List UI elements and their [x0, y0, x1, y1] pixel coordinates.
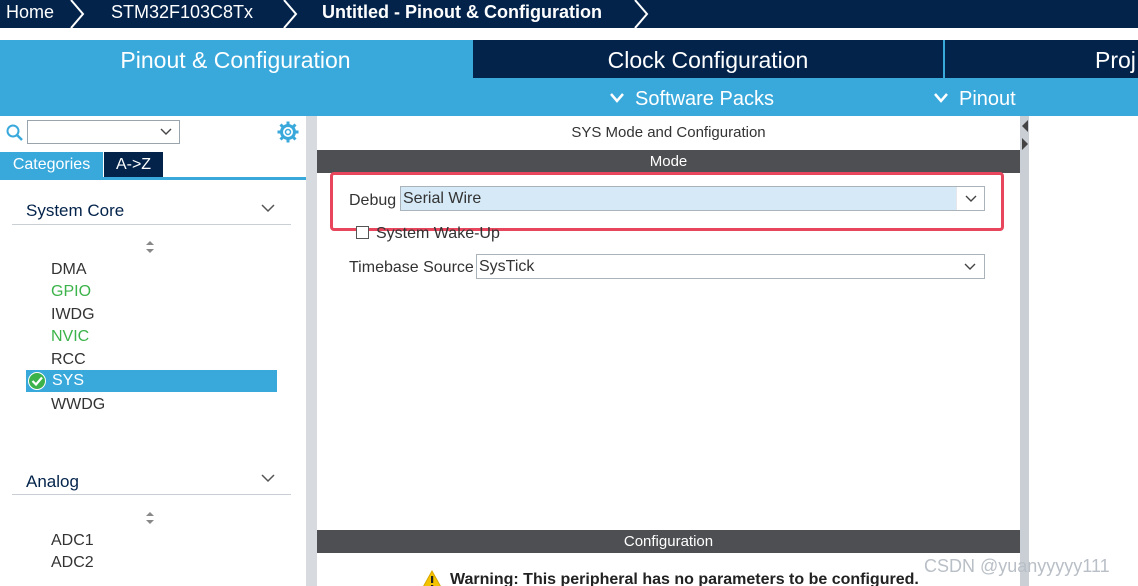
debug-label: Debug [349, 192, 397, 209]
sort-icon[interactable] [145, 240, 155, 254]
chevron-down-icon[interactable] [160, 128, 172, 136]
chevron-down-icon [610, 93, 624, 103]
side-collapsed-panel [1020, 116, 1138, 586]
secondary-toolbar: Software Packs Pinout [0, 78, 1138, 116]
breadcrumb-home[interactable]: Home [6, 0, 54, 24]
group-title-system-core[interactable]: System Core [26, 201, 124, 221]
wakeup-checkbox[interactable] [356, 226, 369, 239]
breadcrumb-separator-icon [634, 0, 649, 28]
list-item-sys-label: SYS [52, 372, 85, 389]
debug-select-value: Serial Wire [403, 190, 482, 207]
search-input[interactable] [27, 120, 180, 144]
chevron-down-icon[interactable] [261, 204, 275, 213]
timebase-label: Timebase Source [349, 259, 474, 276]
list-item-rcc[interactable]: RCC [51, 349, 86, 371]
collapse-arrows-icon[interactable] [1021, 118, 1029, 152]
watermark: CSDN @yuanyyyyy111 [924, 556, 1110, 576]
breadcrumb-separator-icon [70, 0, 85, 28]
chevron-down-icon [934, 93, 948, 103]
wakeup-label: System Wake-Up [376, 225, 500, 242]
list-item-adc2[interactable]: ADC2 [51, 552, 94, 574]
breadcrumb-project[interactable]: Untitled - Pinout & Configuration [322, 0, 602, 24]
timebase-select[interactable]: SysTick [476, 254, 985, 279]
pinout-label: Pinout [959, 88, 1016, 110]
warning-icon [423, 570, 441, 586]
main-tabs: Pinout & Configuration Clock Configurati… [0, 40, 1138, 78]
tab-categories[interactable]: Categories [0, 152, 103, 177]
breadcrumb-separator-icon [283, 0, 298, 28]
list-item-adc1[interactable]: ADC1 [51, 530, 94, 552]
list-item-gpio[interactable]: GPIO [51, 281, 91, 303]
mode-header: Mode [317, 150, 1020, 173]
debug-select[interactable]: Serial Wire [400, 186, 985, 211]
collapse-handle[interactable] [1020, 116, 1029, 586]
chevron-down-icon [964, 263, 976, 270]
gear-icon[interactable] [277, 121, 299, 143]
software-packs-menu[interactable]: Software Packs [609, 78, 789, 116]
breadcrumb: Home STM32F103C8Tx Untitled - Pinout & C… [0, 0, 1138, 28]
list-item-dma[interactable]: DMA [51, 259, 87, 281]
list-item-nvic[interactable]: NVIC [51, 326, 89, 348]
divider [12, 494, 291, 495]
list-item-wwdg[interactable]: WWDG [51, 394, 105, 416]
breadcrumb-chip[interactable]: STM32F103C8Tx [111, 0, 253, 24]
tab-underline [0, 177, 306, 180]
dropdown-button[interactable] [956, 187, 984, 210]
tab-clock-configuration[interactable]: Clock Configuration [473, 40, 943, 78]
sort-icon[interactable] [145, 511, 155, 525]
panel-title: SYS Mode and Configuration [571, 124, 766, 141]
list-item-sys-selected[interactable]: SYS [26, 370, 277, 392]
configuration-header: Configuration [317, 530, 1020, 553]
tab-pinout-configuration[interactable]: Pinout & Configuration [0, 40, 471, 78]
search-icon[interactable] [6, 124, 24, 142]
tab-a-z[interactable]: A->Z [104, 152, 163, 177]
sys-configuration-panel: SYS Mode and Configuration Mode Debug Se… [317, 116, 1020, 586]
group-title-analog[interactable]: Analog [26, 472, 79, 492]
tab-project-manager[interactable]: Proj [945, 40, 1138, 78]
chevron-down-icon[interactable] [261, 474, 275, 483]
pinout-menu[interactable]: Pinout [933, 78, 1033, 116]
check-icon [28, 372, 46, 390]
panel-splitter[interactable] [306, 116, 317, 586]
software-packs-label: Software Packs [635, 88, 774, 110]
dropdown-button[interactable] [956, 255, 984, 278]
warning-text: Warning: This peripheral has no paramete… [450, 571, 919, 586]
timebase-select-value: SysTick [479, 258, 535, 275]
divider [12, 224, 291, 225]
list-item-iwdg[interactable]: IWDG [51, 304, 95, 326]
chevron-down-icon [965, 195, 977, 202]
categories-panel: Categories A->Z System Core DMA GPIO IWD… [0, 116, 306, 586]
